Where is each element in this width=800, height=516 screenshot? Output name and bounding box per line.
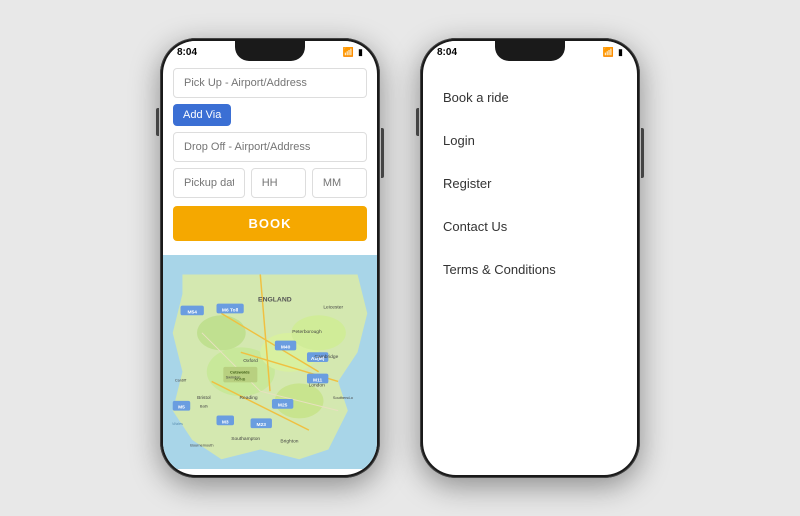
- svg-text:M25: M25: [278, 403, 288, 409]
- date-input[interactable]: [173, 168, 245, 198]
- svg-text:Bath: Bath: [200, 404, 208, 409]
- svg-text:London: London: [309, 382, 326, 388]
- time-left: 8:04: [177, 47, 197, 58]
- map-area: M54 M6 Toll M40 A1(M) M11 M5 M3 M23: [163, 249, 377, 475]
- svg-text:Bristol: Bristol: [197, 395, 211, 401]
- minute-input[interactable]: [312, 168, 367, 198]
- pickup-input[interactable]: [173, 68, 367, 98]
- status-bar-left: 8:04 📶 ▮: [163, 41, 377, 60]
- svg-text:M5: M5: [178, 405, 185, 411]
- menu-item[interactable]: Contact Us: [443, 205, 617, 248]
- svg-text:M6 Toll: M6 Toll: [222, 307, 238, 313]
- booking-screen: Add Via BOOK: [163, 60, 377, 475]
- add-via-button[interactable]: Add Via: [173, 104, 231, 126]
- wifi-icon-right: 📶: [603, 47, 614, 58]
- menu-item[interactable]: Register: [443, 162, 617, 205]
- svg-text:Cambridge: Cambridge: [315, 354, 339, 360]
- svg-text:Oxford: Oxford: [243, 358, 258, 364]
- menu-screen: Book a rideLoginRegisterContact UsTerms …: [423, 60, 637, 475]
- svg-text:Brighton: Brighton: [280, 439, 298, 445]
- book-button[interactable]: BOOK: [173, 206, 367, 241]
- svg-text:Reading: Reading: [240, 395, 258, 401]
- status-icons-left: 📶 ▮: [343, 47, 363, 58]
- menu-item[interactable]: Login: [443, 119, 617, 162]
- hour-input[interactable]: [251, 168, 306, 198]
- svg-text:Leicester: Leicester: [323, 305, 343, 311]
- menu-item[interactable]: Terms & Conditions: [443, 248, 617, 291]
- right-phone: 8:04 📶 ▮ Book a rideLoginRegisterContact…: [420, 38, 640, 478]
- menu-list: Book a rideLoginRegisterContact UsTerms …: [423, 60, 637, 307]
- svg-text:Peterborough: Peterborough: [292, 329, 322, 335]
- dropoff-input[interactable]: [173, 132, 367, 162]
- svg-text:Southampton: Southampton: [231, 436, 260, 442]
- status-bar-right: 8:04 📶 ▮: [423, 41, 637, 60]
- svg-text:M3: M3: [222, 419, 229, 425]
- time-row: [173, 168, 367, 198]
- svg-text:Southend-o: Southend-o: [333, 395, 353, 400]
- notch-left: [235, 41, 305, 61]
- battery-icon-right: ▮: [618, 47, 623, 58]
- svg-text:ENGLAND: ENGLAND: [258, 297, 292, 304]
- svg-text:M54: M54: [187, 309, 197, 315]
- booking-form: Add Via BOOK: [163, 60, 377, 249]
- map-svg: M54 M6 Toll M40 A1(M) M11 M5 M3 M23: [163, 249, 377, 475]
- svg-text:Cardiff: Cardiff: [175, 377, 187, 382]
- notch-right: [495, 41, 565, 61]
- menu-item[interactable]: Book a ride: [443, 76, 617, 119]
- status-icons-right: 📶 ▮: [603, 47, 623, 58]
- wifi-icon: 📶: [343, 47, 354, 58]
- svg-text:Bournemouth: Bournemouth: [190, 443, 213, 448]
- svg-text:M40: M40: [281, 344, 291, 350]
- svg-text:Swindon: Swindon: [226, 375, 241, 380]
- time-right: 8:04: [437, 47, 457, 58]
- svg-text:M23: M23: [257, 422, 267, 428]
- battery-icon: ▮: [358, 47, 363, 58]
- left-phone: 8:04 📶 ▮ Add Via BOOK: [160, 38, 380, 478]
- svg-text:Wales: Wales: [172, 421, 183, 426]
